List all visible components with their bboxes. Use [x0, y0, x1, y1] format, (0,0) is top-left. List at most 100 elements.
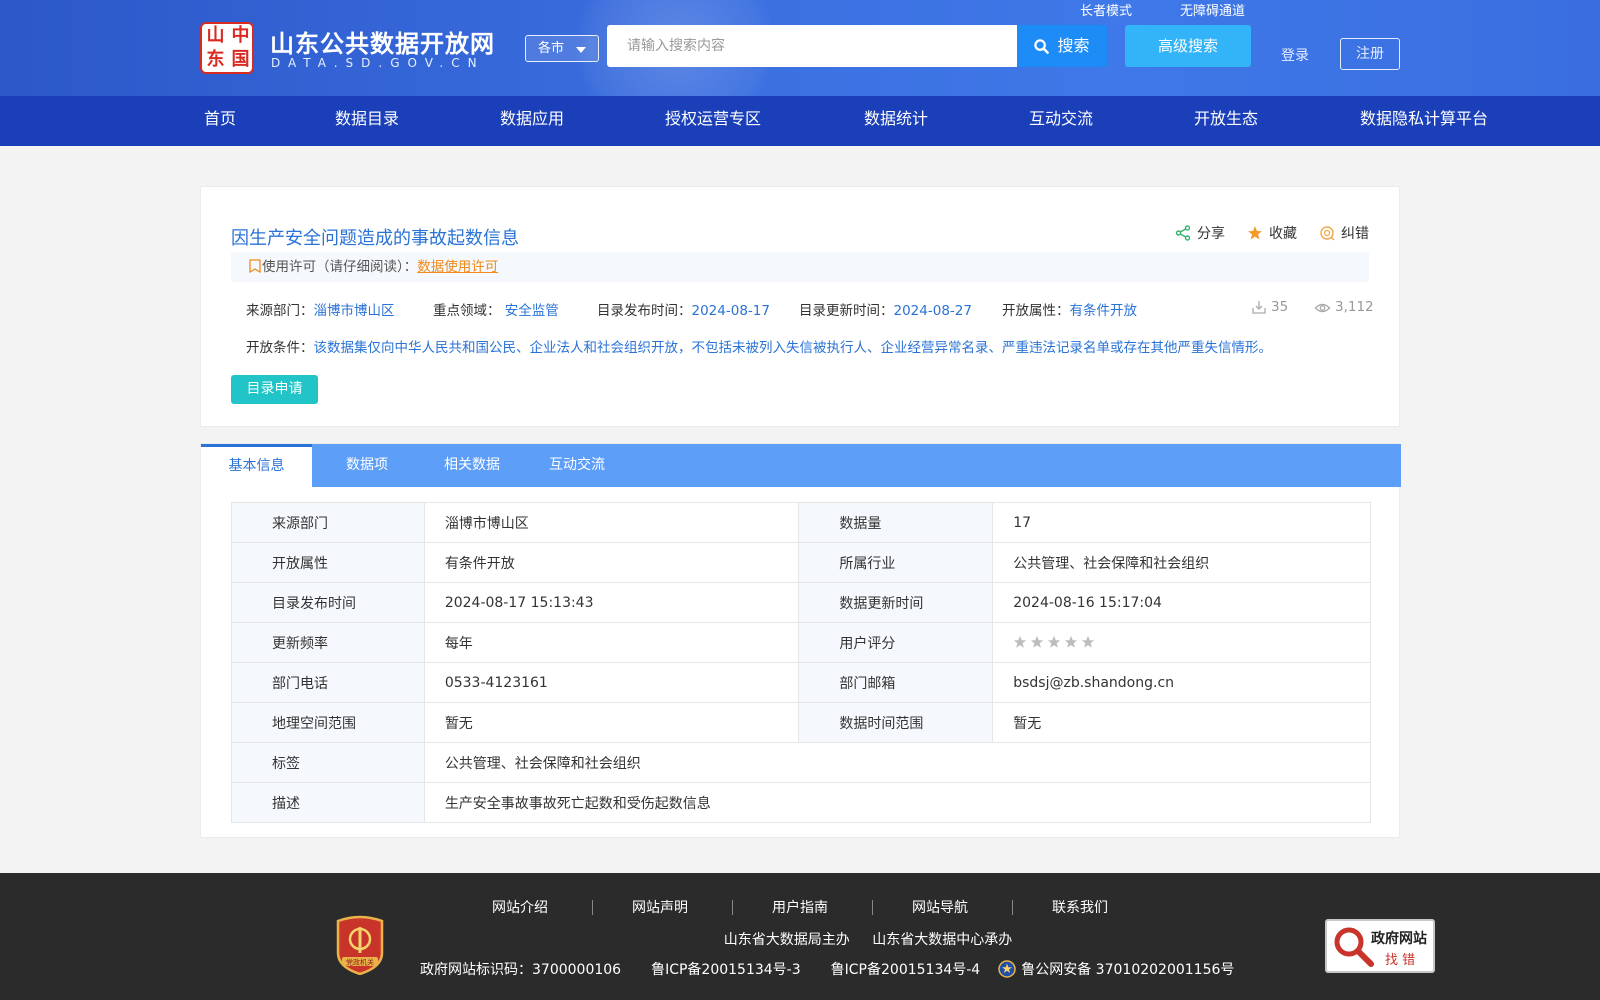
table-label: 来源部门: [231, 502, 425, 543]
nav-item-catalog[interactable]: 数据目录: [335, 96, 399, 146]
footer-police[interactable]: 鲁公网安备 37010202001156号: [998, 959, 1234, 979]
dataset-detail-card: 基本信息 数据项 相关数据 互动交流 来源部门 淄博市博山区 数据量 17 开放…: [200, 443, 1401, 838]
accessibility-link[interactable]: 无障碍通道: [1180, 0, 1245, 19]
gov-site-error-finder-badge[interactable]: 政府网站 找 错: [1325, 919, 1435, 973]
search-icon: [1034, 39, 1050, 54]
table-value: 2024-08-16 15:17:04: [992, 582, 1371, 623]
meta-publish-label: 目录发布时间：: [597, 303, 692, 319]
nav-item-ecosystem[interactable]: 开放生态: [1194, 96, 1258, 146]
site-title[interactable]: 山东公共数据开放网: [270, 24, 495, 59]
table-row: 来源部门 淄博市博山区 数据量 17: [231, 502, 1371, 543]
table-row: 标签 公共管理、社会保障和社会组织: [231, 742, 1372, 783]
table-row: 部门电话 0533-4123161 部门邮箱 bsdsj@zb.shandong…: [231, 662, 1371, 703]
table-value: 公共管理、社会保障和社会组织: [423, 742, 1372, 783]
star-icon: [1248, 226, 1262, 240]
table-label: 数据更新时间: [798, 582, 994, 623]
open-condition: 开放条件：该数据集仅向中华人民共和国公民、企业法人和社会组织开放，不包括未被列入…: [246, 336, 1272, 356]
site-subtitle: DATA.SD.GOV.CN: [271, 56, 485, 70]
license-link[interactable]: 数据使用许可: [417, 259, 498, 275]
meta-domain: 重点领域： 安全监管: [433, 299, 559, 319]
nav-item-interaction[interactable]: 互动交流: [1029, 96, 1093, 146]
eye-icon: [1314, 303, 1331, 313]
police-emblem-icon: [998, 959, 1016, 978]
elder-mode-link[interactable]: 长者模式: [1080, 0, 1132, 19]
badge-right-top: 政府网站: [1371, 931, 1427, 947]
tab-related-data[interactable]: 相关数据: [422, 444, 522, 487]
footer-sponsor: 山东省大数据局主办: [723, 932, 850, 948]
view-count-value: 3,112: [1335, 299, 1374, 315]
nav-item-statistics[interactable]: 数据统计: [864, 96, 928, 146]
footer-undertaker: 山东省大数据中心承办: [872, 932, 1013, 948]
footer-links: 网站介绍 网站声明 用户指南 网站导航 联系我们: [0, 897, 1600, 917]
footer-divider: [1012, 900, 1013, 915]
meta-source-label: 来源部门：: [246, 303, 314, 319]
footer-police-text: 鲁公网安备 37010202001156号: [1021, 962, 1235, 978]
dataset-summary-card: 因生产安全问题造成的事故起数信息 分享 收藏 纠错 使用许可（请仔细阅读）：数据…: [200, 186, 1400, 427]
nav-item-home[interactable]: 首页: [204, 96, 236, 146]
site-footer: 党政机关 网站介绍 网站声明 用户指南 网站导航 联系我们 山东省大数据局主办 …: [0, 873, 1600, 1000]
table-row: 更新频率 每年 用户评分: [231, 622, 1371, 663]
footer-link-guide[interactable]: 用户指南: [772, 897, 828, 917]
footer-link-contact[interactable]: 联系我们: [1052, 897, 1108, 917]
register-button[interactable]: 注册: [1340, 38, 1400, 70]
view-count: 3,112: [1314, 299, 1374, 315]
rating-star-icon[interactable]: [1030, 635, 1044, 649]
download-count: 35: [1251, 299, 1288, 315]
login-link[interactable]: 登录: [1281, 45, 1309, 65]
meta-domain-label: 重点领域：: [433, 303, 501, 319]
table-value: 有条件开放: [423, 542, 800, 583]
user-rating[interactable]: [992, 622, 1371, 663]
tab-interaction[interactable]: 互动交流: [522, 444, 632, 487]
footer-link-about[interactable]: 网站介绍: [492, 897, 548, 917]
caret-down-icon: [576, 47, 586, 53]
footer-link-statement[interactable]: 网站声明: [632, 897, 688, 917]
table-label: 所属行业: [798, 542, 994, 583]
rating-star-icon[interactable]: [1013, 635, 1027, 649]
open-condition-label: 开放条件：: [246, 340, 314, 356]
report-error-button[interactable]: 纠错: [1319, 223, 1369, 243]
meta-update-value: 2024-08-27: [893, 303, 972, 319]
logo-glyph: 山: [206, 25, 225, 46]
favorite-label: 收藏: [1269, 226, 1297, 242]
footer-icp-4[interactable]: 鲁ICP备20015134号-4: [831, 959, 981, 979]
main-nav: 首页 数据目录 数据应用 授权运营专区 数据统计 互动交流 开放生态 数据隐私计…: [0, 96, 1600, 146]
tab-data-items[interactable]: 数据项: [312, 444, 422, 487]
table-value: 淄博市博山区: [423, 502, 800, 543]
basic-info-table: 来源部门 淄博市博山区 数据量 17 开放属性 有条件开放 所属行业 公共管理、…: [231, 502, 1372, 823]
tab-basic-info[interactable]: 基本信息: [201, 444, 312, 487]
meta-source: 来源部门：淄博市博山区: [246, 299, 395, 319]
logo-seal-icon[interactable]: 中 国 山 东: [200, 22, 254, 74]
table-label: 部门邮箱: [798, 662, 994, 703]
share-button[interactable]: 分享: [1175, 223, 1225, 243]
nav-item-privacy-computing[interactable]: 数据隐私计算平台: [1360, 96, 1488, 146]
footer-divider: [872, 900, 873, 915]
nav-item-authorized[interactable]: 授权运营专区: [665, 96, 761, 146]
footer-link-sitemap[interactable]: 网站导航: [912, 897, 968, 917]
table-label: 更新频率: [231, 622, 425, 663]
rating-star-icon[interactable]: [1081, 635, 1095, 649]
search-button[interactable]: 搜索: [1017, 25, 1107, 67]
open-condition-text: 该数据集仅向中华人民共和国公民、企业法人和社会组织开放，不包括未被列入失信被执行…: [313, 340, 1273, 356]
table-row: 描述 生产安全事故事故死亡起数和受伤起数信息: [231, 782, 1372, 823]
rating-stars[interactable]: [1013, 635, 1095, 649]
meta-domain-value[interactable]: 安全监管: [505, 303, 559, 319]
dataset-meta: 来源部门：淄博市博山区 重点领域： 安全监管 目录发布时间：2024-08-17…: [246, 299, 1374, 319]
table-label: 数据量: [798, 502, 994, 543]
advanced-search-button[interactable]: 高级搜索: [1125, 25, 1251, 67]
table-value: 0533-4123161: [423, 662, 800, 703]
catalog-apply-button[interactable]: 目录申请: [231, 375, 318, 404]
meta-update-label: 目录更新时间：: [799, 303, 894, 319]
rating-star-icon[interactable]: [1047, 635, 1061, 649]
table-value: 暂无: [992, 702, 1371, 743]
rating-star-icon[interactable]: [1064, 635, 1078, 649]
search-input[interactable]: [607, 25, 1018, 67]
footer-icp-3[interactable]: 鲁ICP备20015134号-3: [651, 959, 801, 979]
table-value: bsdsj@zb.shandong.cn: [992, 662, 1371, 703]
meta-source-value[interactable]: 淄博市博山区: [314, 303, 395, 319]
nav-item-apps[interactable]: 数据应用: [500, 96, 564, 146]
table-value: 公共管理、社会保障和社会组织: [992, 542, 1371, 583]
table-value: 暂无: [423, 702, 800, 743]
favorite-button[interactable]: 收藏: [1247, 223, 1297, 243]
city-select[interactable]: 各市: [525, 35, 599, 62]
logo-glyph: 国: [231, 49, 250, 70]
